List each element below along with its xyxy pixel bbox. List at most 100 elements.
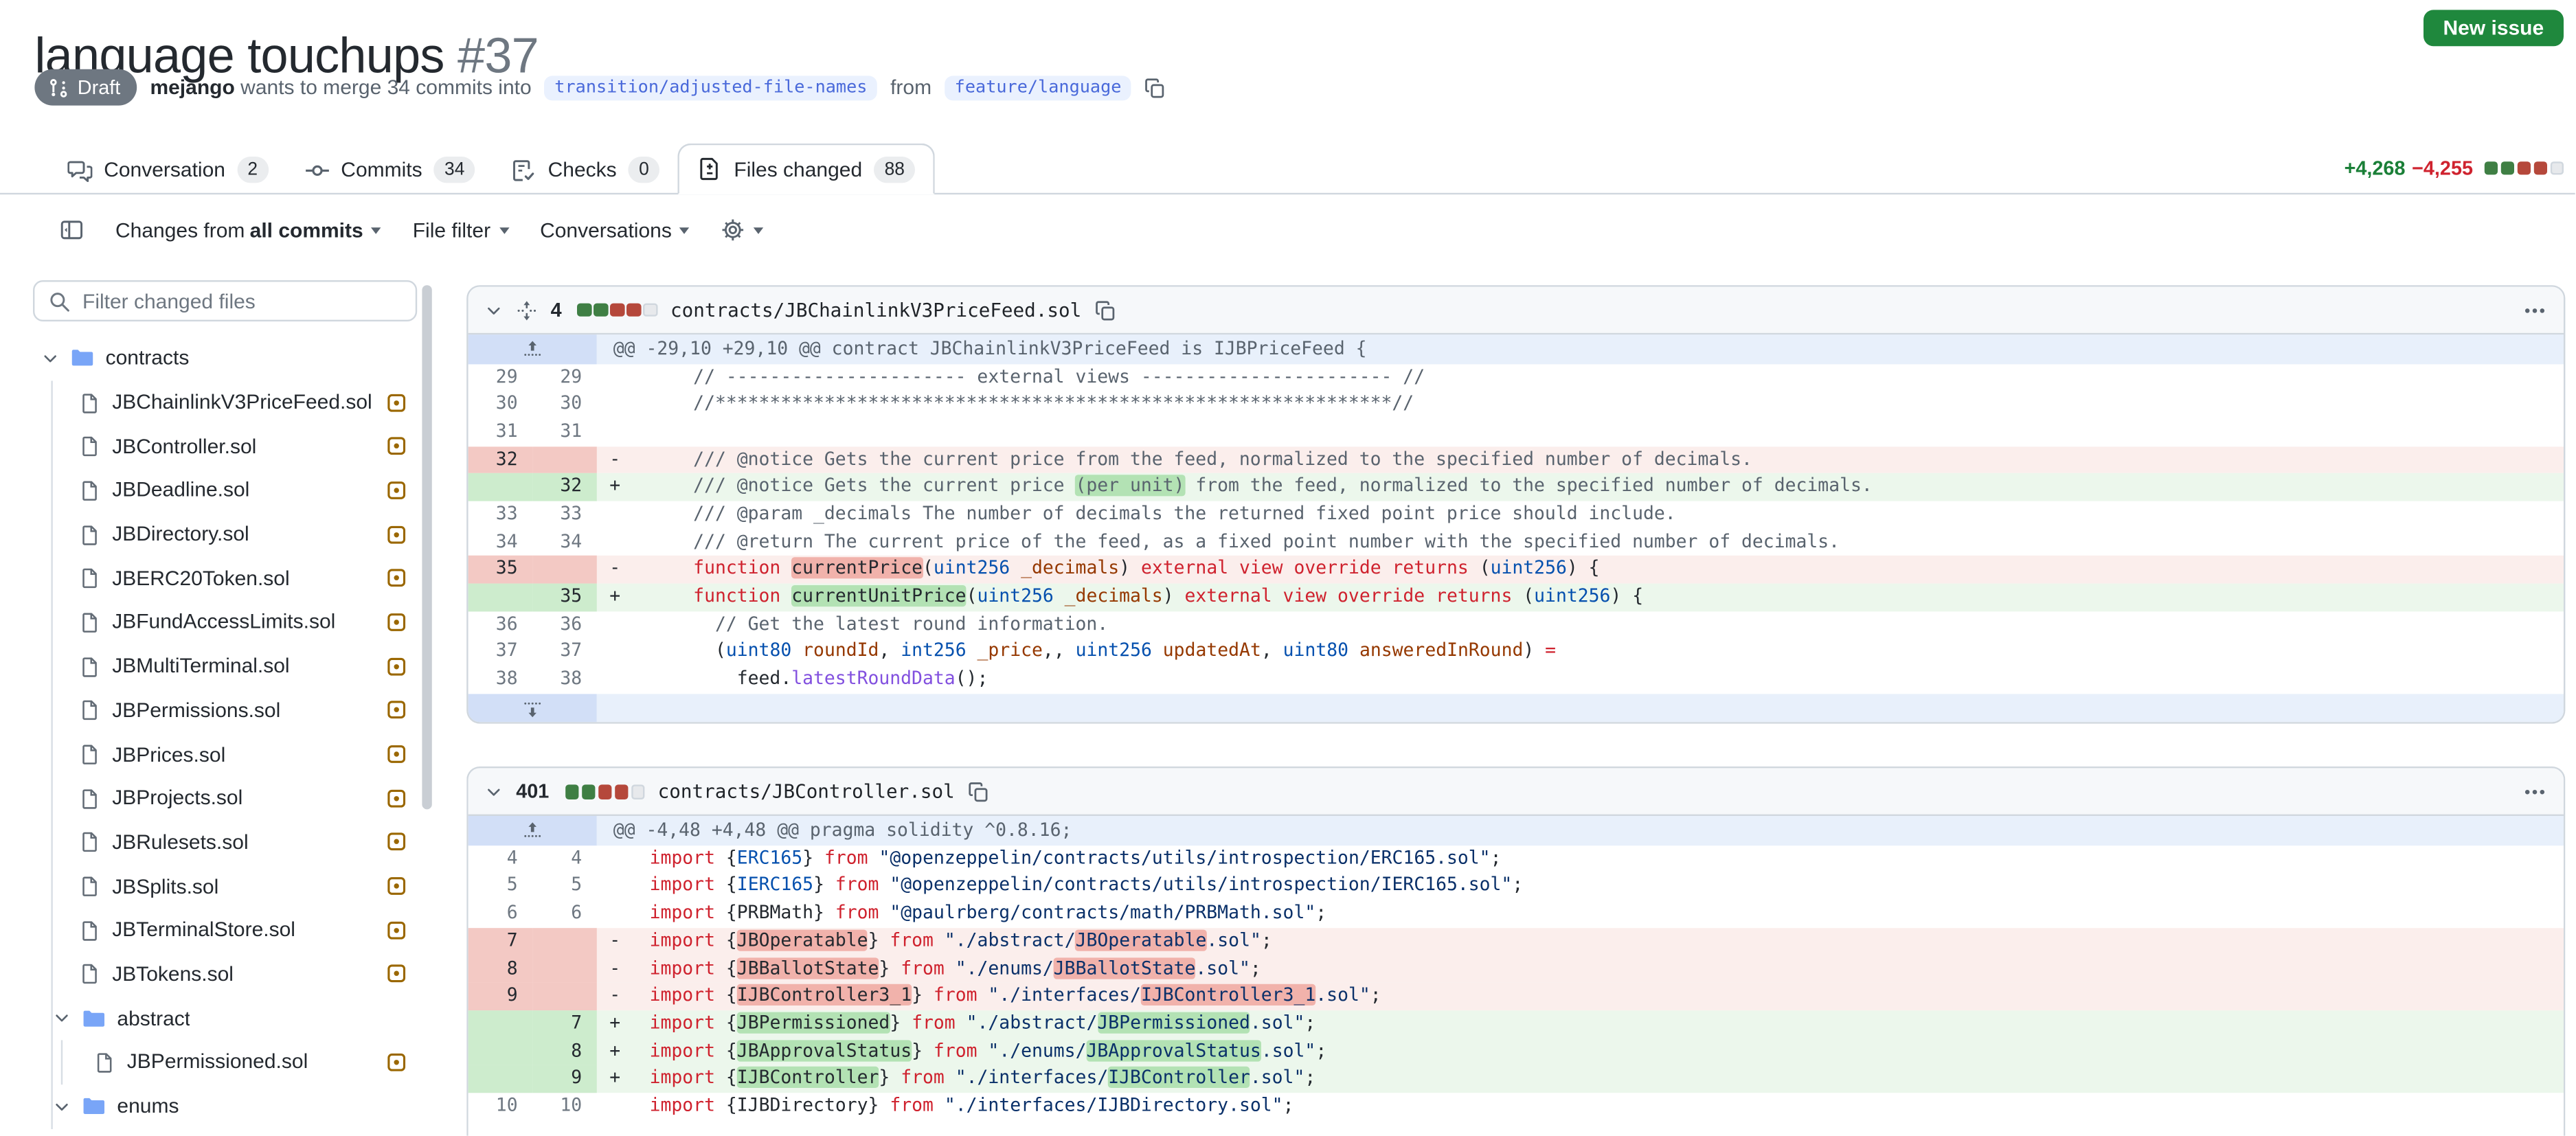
line-number-new[interactable]: 36 (532, 611, 597, 639)
tree-file-jberc20token-sol[interactable]: JBERC20Token.sol (33, 556, 417, 600)
tab-commits[interactable]: Commits34 (286, 147, 493, 193)
line-number-new[interactable] (532, 446, 597, 473)
tree-file-jbdeadline-sol[interactable]: JBDeadline.sol (33, 468, 417, 512)
line-number-new[interactable] (532, 955, 597, 983)
collapse-file-button[interactable] (485, 301, 503, 319)
collapse-file-button[interactable] (485, 782, 503, 800)
tab-files-changed[interactable]: Files changed88 (678, 144, 936, 194)
line-number-old[interactable] (468, 1010, 533, 1038)
tab-conversation[interactable]: Conversation2 (49, 147, 286, 193)
toggle-file-tree-button[interactable] (59, 218, 84, 242)
expand-hunk-down-button[interactable] (468, 694, 597, 723)
line-number-old[interactable]: 34 (468, 529, 533, 556)
tree-folder-abstract[interactable]: abstract (33, 996, 417, 1040)
tree-file-jbtokens-sol[interactable]: JBTokens.sol (33, 952, 417, 996)
tab-checks[interactable]: Checks0 (493, 147, 677, 193)
line-number-new[interactable]: 9 (532, 1065, 597, 1093)
file-filter-dropdown[interactable]: File filter (413, 218, 509, 242)
chevron-down-icon[interactable] (53, 1097, 71, 1115)
line-number-new[interactable]: 31 (532, 418, 597, 446)
author-name[interactable]: mejango (150, 76, 234, 99)
expand-hunk-up-button[interactable] (468, 334, 597, 363)
line-number-new[interactable]: 37 (532, 639, 597, 666)
tree-file-jbrulesets-sol[interactable]: JBRulesets.sol (33, 820, 417, 864)
file-options-kebab-button[interactable] (2522, 780, 2547, 804)
chevron-down-icon[interactable] (53, 1009, 71, 1027)
tree-folder-contracts[interactable]: contracts (33, 337, 417, 380)
tree-file-jbmultiterminal-sol[interactable]: JBMultiTerminal.sol (33, 644, 417, 688)
tree-file-jbsplits-sol[interactable]: JBSplits.sol (33, 864, 417, 908)
tree-file-jbchainlinkv3pricefeed-sol[interactable]: JBChainlinkV3PriceFeed.sol (33, 380, 417, 424)
line-number-new[interactable] (532, 556, 597, 584)
comment-discussion-icon (67, 157, 92, 182)
line-number-old[interactable]: 31 (468, 418, 533, 446)
line-number-new[interactable] (532, 983, 597, 1010)
line-number-new[interactable]: 35 (532, 584, 597, 611)
diff-settings-dropdown[interactable] (721, 218, 764, 242)
tree-file-jbterminalstore-sol[interactable]: JBTerminalStore.sol (33, 908, 417, 952)
changes-from-dropdown[interactable]: Changes fromall commits (115, 218, 381, 242)
line-number-new[interactable]: 8 (532, 1038, 597, 1065)
line-number-new[interactable] (532, 928, 597, 955)
line-number-new[interactable]: 7 (532, 1010, 597, 1038)
hunk-header-row: @@ -29,10 +29,10 @@ contract JBChainlink… (468, 334, 2564, 363)
base-branch-label[interactable]: transition/adjusted-file-names (545, 75, 877, 100)
line-number-old[interactable]: 5 (468, 873, 533, 900)
tree-file-jbprojects-sol[interactable]: JBProjects.sol (33, 776, 417, 820)
line-number-old[interactable]: 9 (468, 983, 533, 1010)
new-issue-button[interactable]: New issue (2424, 10, 2564, 46)
line-number-new[interactable]: 30 (532, 391, 597, 418)
tree-file-jbfundaccesslimits-sol[interactable]: JBFundAccessLimits.sol (33, 600, 417, 644)
line-number-old[interactable] (468, 1065, 533, 1093)
line-number-old[interactable]: 36 (468, 611, 533, 639)
line-number-old[interactable] (468, 473, 533, 501)
tree-item-label: JBPermissioned.sol (127, 1051, 308, 1074)
line-number-old[interactable]: 10 (468, 1093, 533, 1120)
line-number-new[interactable]: 4 (532, 845, 597, 873)
copy-file-path-button[interactable] (1094, 299, 1116, 321)
line-number-new[interactable]: 29 (532, 363, 597, 391)
line-number-new[interactable]: 32 (532, 473, 597, 501)
line-number-old[interactable]: 7 (468, 928, 533, 955)
tree-file-jbpermissions-sol[interactable]: JBPermissions.sol (33, 688, 417, 732)
file-path[interactable]: contracts/JBController.sol (658, 780, 955, 804)
line-number-new[interactable]: 5 (532, 873, 597, 900)
line-number-new[interactable]: 6 (532, 900, 597, 928)
head-branch-label[interactable]: feature/language (945, 75, 1131, 100)
line-number-old[interactable]: 33 (468, 501, 533, 528)
tree-file-jbcontroller-sol[interactable]: JBController.sol (33, 424, 417, 468)
filter-changed-files-input[interactable] (33, 280, 417, 321)
tree-file-jbdirectory-sol[interactable]: JBDirectory.sol (33, 512, 417, 556)
tree-file-jbpermissioned-sol[interactable]: JBPermissioned.sol (33, 1040, 417, 1084)
line-number-old[interactable]: 4 (468, 845, 533, 873)
copy-branch-button[interactable] (1144, 77, 1166, 98)
file-path[interactable]: contracts/JBChainlinkV3PriceFeed.sol (670, 298, 1081, 321)
line-number-old[interactable]: 30 (468, 391, 533, 418)
modified-icon (386, 523, 407, 545)
line-number-old[interactable]: 6 (468, 900, 533, 928)
line-number-old[interactable]: 37 (468, 639, 533, 666)
line-number-new[interactable]: 34 (532, 529, 597, 556)
line-number-old[interactable]: 38 (468, 666, 533, 694)
checklist-icon (512, 157, 536, 182)
line-number-old[interactable] (468, 584, 533, 611)
tree-folder-enums[interactable]: enums (33, 1084, 417, 1128)
line-number-old[interactable] (468, 1038, 533, 1065)
expand-hunk-up-button[interactable] (468, 817, 597, 845)
line-number-old[interactable]: 29 (468, 363, 533, 391)
chevron-down-icon[interactable] (41, 349, 59, 367)
tree-file-jbprices-sol[interactable]: JBPrices.sol (33, 732, 417, 776)
line-number-old[interactable]: 8 (468, 955, 533, 983)
line-number-old[interactable]: 32 (468, 446, 533, 473)
line-number-new[interactable]: 33 (532, 501, 597, 528)
conversations-dropdown[interactable]: Conversations (540, 218, 690, 242)
line-number-new[interactable]: 10 (532, 1093, 597, 1120)
line-number-old[interactable]: 35 (468, 556, 533, 584)
file-options-kebab-button[interactable] (2522, 297, 2547, 322)
copy-file-path-button[interactable] (968, 781, 989, 802)
expand-all-hunks-button[interactable] (516, 299, 537, 321)
modified-icon (386, 699, 407, 720)
sidebar-scrollbar[interactable] (422, 285, 431, 809)
line-number-new[interactable]: 38 (532, 666, 597, 694)
tab-count: 2 (237, 157, 269, 183)
